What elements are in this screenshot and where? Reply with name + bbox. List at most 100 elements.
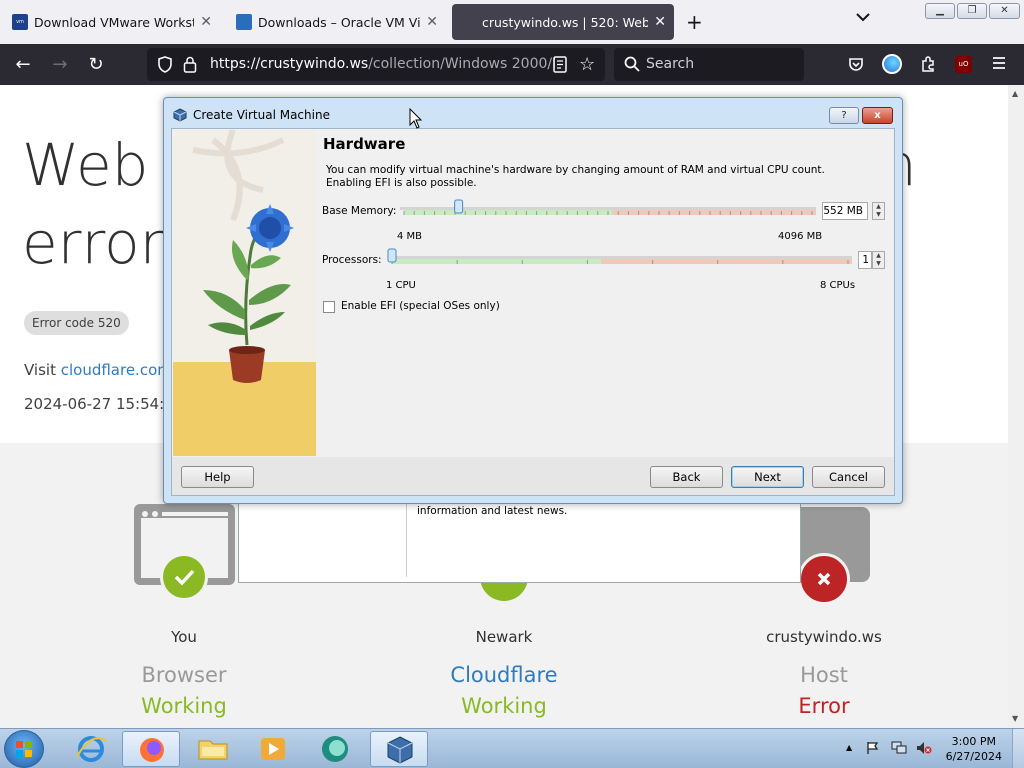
virtualbox-icon[interactable] (370, 731, 428, 767)
firefox-icon[interactable] (122, 731, 180, 767)
mouse-cursor-icon (409, 108, 423, 130)
forward-arrow-icon[interactable]: → (47, 52, 73, 78)
slider-safe-zone (404, 210, 612, 215)
minimize-button[interactable]: ▁ (925, 3, 955, 19)
spin-down-icon: ▼ (876, 211, 881, 218)
url-text: https://crustywindo.ws/collection/Window… (210, 56, 555, 72)
processors-spin-buttons[interactable]: ▲ ▼ (872, 251, 885, 269)
close-window-button[interactable]: ✕ (989, 3, 1020, 19)
show-hidden-icons-icon[interactable]: ▲ (846, 743, 852, 752)
volume-muted-icon[interactable] (916, 741, 932, 755)
next-button[interactable]: Next (731, 466, 804, 488)
processors-slider[interactable] (384, 248, 856, 274)
bookmark-star-icon[interactable]: ☆ (579, 54, 595, 75)
page-scrollbar[interactable]: ▲ ▼ (1008, 85, 1024, 728)
reload-icon[interactable]: ↻ (83, 52, 109, 78)
spin-down-icon: ▼ (876, 260, 881, 267)
virtualbox-icon (236, 14, 252, 30)
virtualbox-icon (173, 108, 187, 122)
ublock-origin-icon[interactable]: uO (955, 56, 972, 73)
extension-globe-icon[interactable] (882, 54, 902, 74)
wizard-description-line2: Enabling EFI is also possible. (326, 177, 477, 189)
tab-crustywindo[interactable]: crustywindo.ws | 520: Web server ✕ (452, 4, 674, 40)
back-arrow-icon[interactable]: ← (10, 52, 36, 78)
tab-vmware[interactable]: vm Download VMware Workstation ✕ (4, 4, 220, 40)
node-host-status: Error (798, 694, 850, 718)
scroll-up-arrow-icon[interactable]: ▲ (1012, 89, 1018, 98)
tab-label: Download VMware Workstation (34, 14, 194, 30)
show-desktop-button[interactable] (1012, 729, 1024, 768)
base-memory-spin-buttons[interactable]: ▲ ▼ (872, 202, 885, 220)
chat-app-icon[interactable] (306, 731, 364, 767)
node-you-role: Browser (141, 663, 227, 687)
dialog-help-button[interactable]: ? (829, 107, 859, 124)
file-explorer-icon[interactable] (184, 731, 242, 767)
node-newark-name: Newark (475, 628, 533, 646)
spin-up-icon: ▲ (876, 252, 881, 259)
pocket-icon[interactable] (848, 56, 864, 72)
back-button[interactable]: Back (650, 466, 723, 488)
url-bar[interactable]: https://crustywindo.ws/collection/Window… (147, 48, 605, 81)
error-x-icon (798, 553, 850, 605)
slider-danger-zone (612, 210, 816, 215)
tab-label: crustywindo.ws | 520: Web server (482, 14, 649, 30)
windows-taskbar: ▲ 3:00 PM 6/27/2024 (0, 728, 1024, 768)
search-icon (624, 56, 640, 72)
tab-close-icon[interactable]: ✕ (426, 14, 438, 30)
dialog-body: Hardware You can modify virtual machine'… (171, 128, 895, 496)
cloudflare-link[interactable]: cloudflare.com (61, 361, 172, 379)
node-host-role: Host (800, 663, 848, 687)
wizard-heading: Hardware (323, 135, 406, 153)
node-cloudflare-status: Working (461, 694, 547, 718)
scroll-down-arrow-icon[interactable]: ▼ (1012, 714, 1018, 723)
tab-virtualbox[interactable]: Downloads – Oracle VM VirtualBox ✕ (228, 4, 446, 40)
welcome-text: information and latest news. (417, 505, 568, 517)
system-clock[interactable]: 3:00 PM 6/27/2024 (946, 734, 1002, 764)
extensions-puzzle-icon[interactable] (920, 55, 937, 72)
base-memory-slider[interactable] (396, 199, 822, 225)
wizard-flower-illustration (173, 130, 316, 456)
lock-icon[interactable] (183, 56, 197, 73)
error-code-badge: Error code 520 (24, 311, 129, 335)
vmware-icon: vm (12, 14, 28, 30)
base-memory-label: Base Memory: (322, 205, 397, 217)
shield-icon[interactable] (157, 56, 173, 73)
dialog-close-button[interactable]: x (862, 107, 893, 124)
internet-explorer-icon[interactable] (62, 731, 120, 767)
cancel-button[interactable]: Cancel (812, 466, 885, 488)
new-tab-icon[interactable]: + (686, 10, 703, 34)
tab-strip: vm Download VMware Workstation ✕ Downloa… (0, 0, 1024, 44)
slider-danger-zone (600, 259, 852, 264)
memory-min-label: 4 MB (397, 231, 423, 242)
tab-label: Downloads – Oracle VM VirtualBox (258, 14, 421, 30)
checkmark-icon (160, 553, 208, 601)
tab-list-chevron-icon[interactable] (856, 12, 870, 22)
tab-close-icon[interactable]: ✕ (200, 14, 212, 30)
hamburger-menu-icon[interactable] (991, 55, 1007, 71)
media-player-icon[interactable] (244, 731, 302, 767)
wizard-description-line1: You can modify virtual machine's hardwar… (326, 164, 825, 176)
search-bar[interactable]: Search (614, 48, 804, 81)
restore-button[interactable]: ❐ (957, 3, 987, 19)
navigation-toolbar: ← → ↻ https://crustywindo.ws/collection/… (0, 44, 1024, 85)
visit-line: Visit cloudflare.com (24, 361, 172, 379)
processors-label: Processors: (322, 254, 382, 266)
enable-efi-label[interactable]: Enable EFI (special OSes only) (341, 300, 500, 312)
create-vm-dialog: Create Virtual Machine ? x Hardware You … (163, 97, 903, 504)
start-orb-icon[interactable] (4, 730, 44, 768)
base-memory-spinbox[interactable]: 552 MB (822, 202, 868, 220)
reader-view-icon[interactable] (553, 56, 567, 73)
slider-safe-zone (392, 259, 601, 264)
node-host-name: crustywindo.ws (766, 628, 882, 646)
search-placeholder: Search (646, 56, 695, 72)
node-you-status: Working (141, 694, 227, 718)
help-button[interactable]: Help (181, 466, 254, 488)
tab-close-icon[interactable]: ✕ (654, 14, 666, 30)
memory-max-label: 4096 MB (778, 231, 823, 242)
network-icon[interactable] (891, 741, 907, 755)
processors-spinbox[interactable]: 1 (858, 251, 872, 269)
virtualbox-manager-window-fragment: information and latest news. (238, 504, 801, 583)
slider-track (388, 256, 852, 259)
action-center-flag-icon[interactable] (866, 741, 880, 755)
enable-efi-checkbox[interactable] (323, 301, 335, 313)
